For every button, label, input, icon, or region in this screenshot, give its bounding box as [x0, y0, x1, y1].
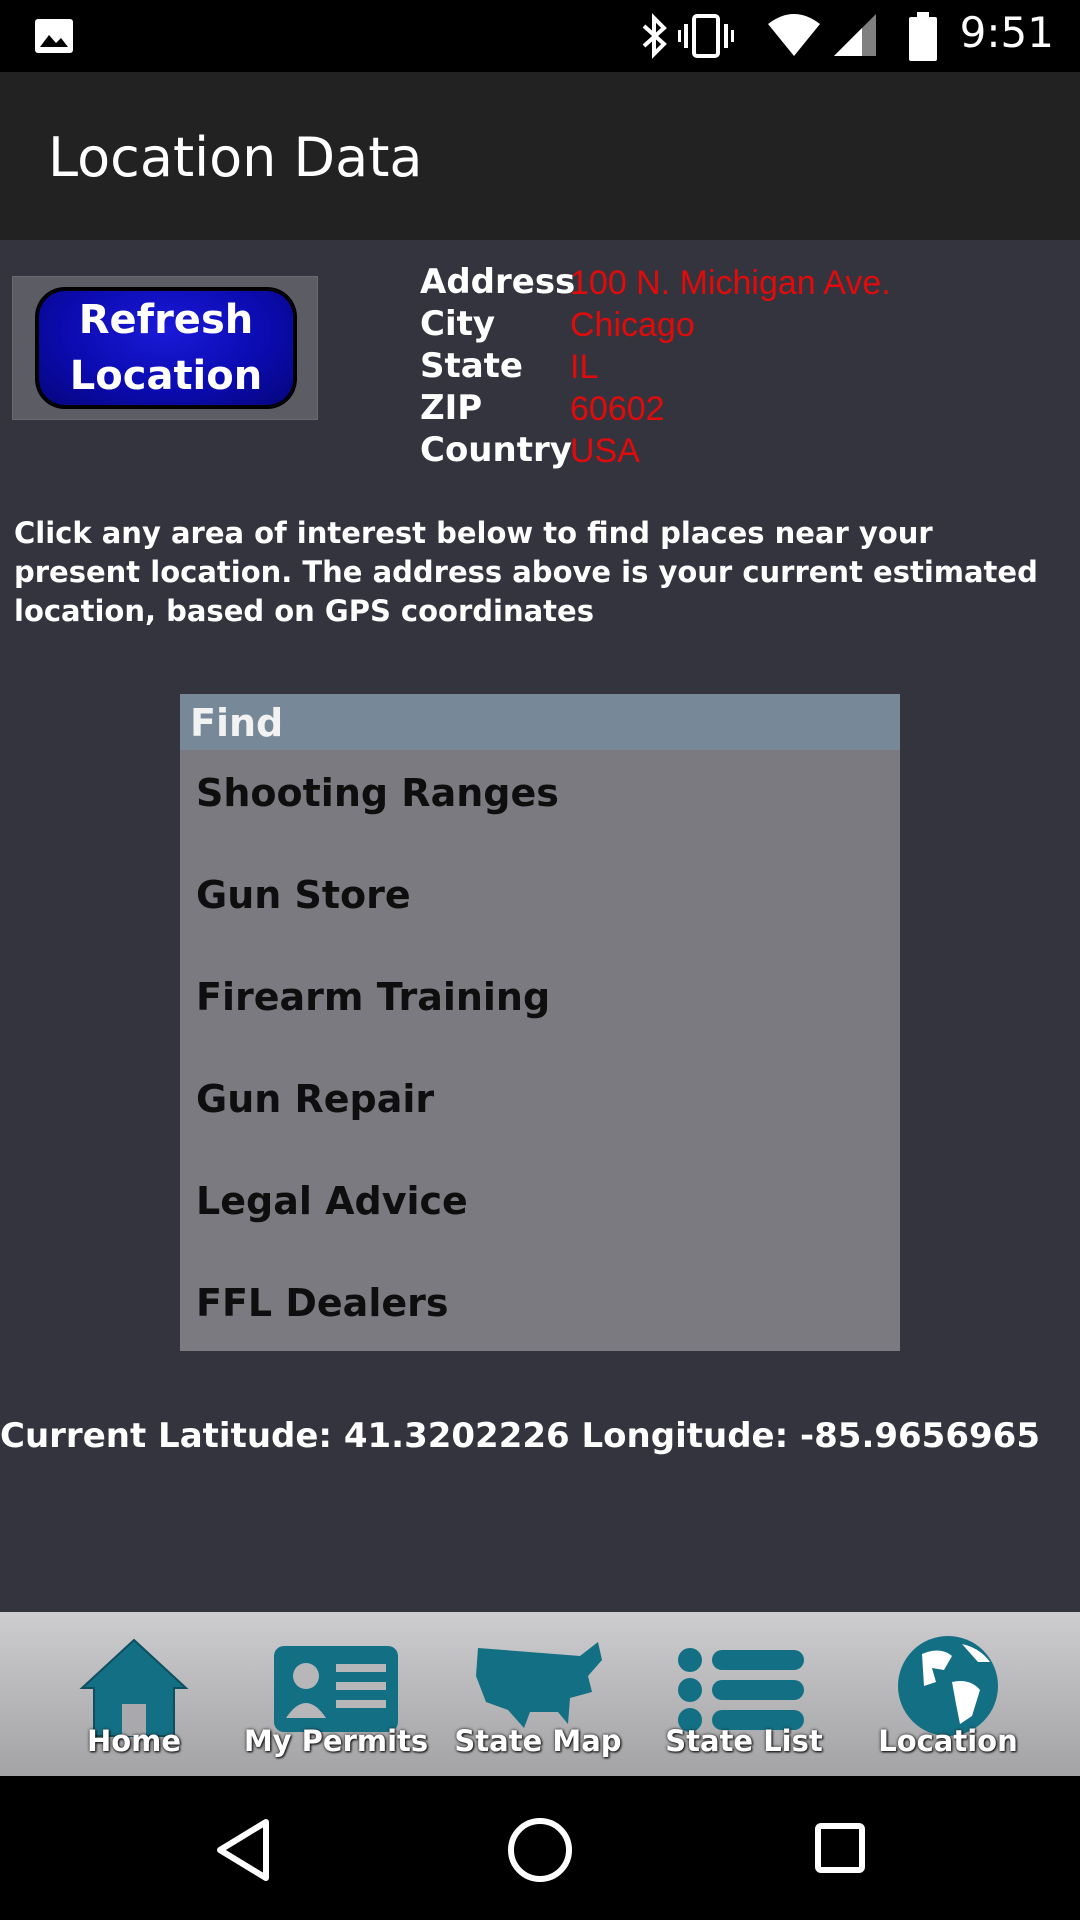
tab-home[interactable]: Home [26, 1612, 242, 1776]
tab-state-map[interactable]: State Map [430, 1612, 646, 1776]
tab-state-list-label: State List [665, 1724, 823, 1758]
instructions-text: Click any area of interest below to find… [14, 516, 1038, 628]
refresh-button-line2: Location [69, 353, 263, 399]
bluetooth-icon [642, 13, 667, 59]
find-item-legal-advice[interactable]: Legal Advice [180, 1158, 900, 1260]
tab-state-map-label: State Map [454, 1724, 622, 1758]
refresh-button-frame: Refresh Location [12, 276, 318, 420]
find-item-shooting-ranges[interactable]: Shooting Ranges [180, 750, 900, 852]
recents-icon[interactable] [814, 1822, 866, 1874]
tab-my-permits[interactable]: My Permits [228, 1612, 444, 1776]
city-label: City [420, 304, 496, 344]
zip-label: ZIP [420, 388, 483, 428]
coordinates-text: Current Latitude: 41.3202226 Longitude: … [0, 1416, 1040, 1456]
cell-signal-icon [834, 14, 876, 56]
country-label: Country [420, 430, 572, 470]
status-clock: 9:51 [959, 8, 1054, 57]
find-item-gun-store[interactable]: Gun Store [180, 852, 900, 954]
back-icon[interactable] [214, 1818, 274, 1882]
battery-icon [909, 12, 937, 61]
tab-my-permits-label: My Permits [243, 1724, 429, 1758]
home-circle-icon[interactable] [506, 1816, 574, 1884]
page-title: Location Data [48, 126, 423, 189]
tab-location-label: Location [878, 1724, 1018, 1758]
tab-home-label: Home [86, 1724, 182, 1758]
address-value: 100 N. Michigan Ave. [570, 264, 891, 302]
state-label: State [420, 346, 523, 386]
tab-location[interactable]: Location [840, 1612, 1056, 1776]
image-notification-icon [35, 19, 73, 53]
find-list: Find Shooting Ranges Gun Store Firearm T… [180, 694, 900, 1351]
address-label: Address [420, 262, 576, 302]
find-item-gun-repair[interactable]: Gun Repair [180, 1056, 900, 1158]
find-list-header: Find [180, 694, 900, 750]
state-value: IL [570, 348, 599, 386]
refresh-button-line1: Refresh [78, 297, 254, 343]
find-item-ffl-dealers[interactable]: FFL Dealers [180, 1260, 900, 1362]
bottom-tab-bar: Home My Permits State Map State List Loc… [0, 1612, 1080, 1776]
status-bar: 9:51 [0, 0, 1080, 72]
system-nav-bar [0, 1776, 1080, 1920]
app-bar: Location Data [0, 72, 1080, 240]
find-item-firearm-training[interactable]: Firearm Training [180, 954, 900, 1056]
country-value: USA [570, 432, 640, 470]
refresh-location-button[interactable]: Refresh Location [37, 289, 295, 407]
wifi-icon [768, 14, 820, 56]
city-value: Chicago [570, 306, 695, 344]
zip-value: 60602 [570, 390, 665, 428]
vibrate-icon [678, 14, 734, 58]
tab-state-list[interactable]: State List [636, 1612, 852, 1776]
